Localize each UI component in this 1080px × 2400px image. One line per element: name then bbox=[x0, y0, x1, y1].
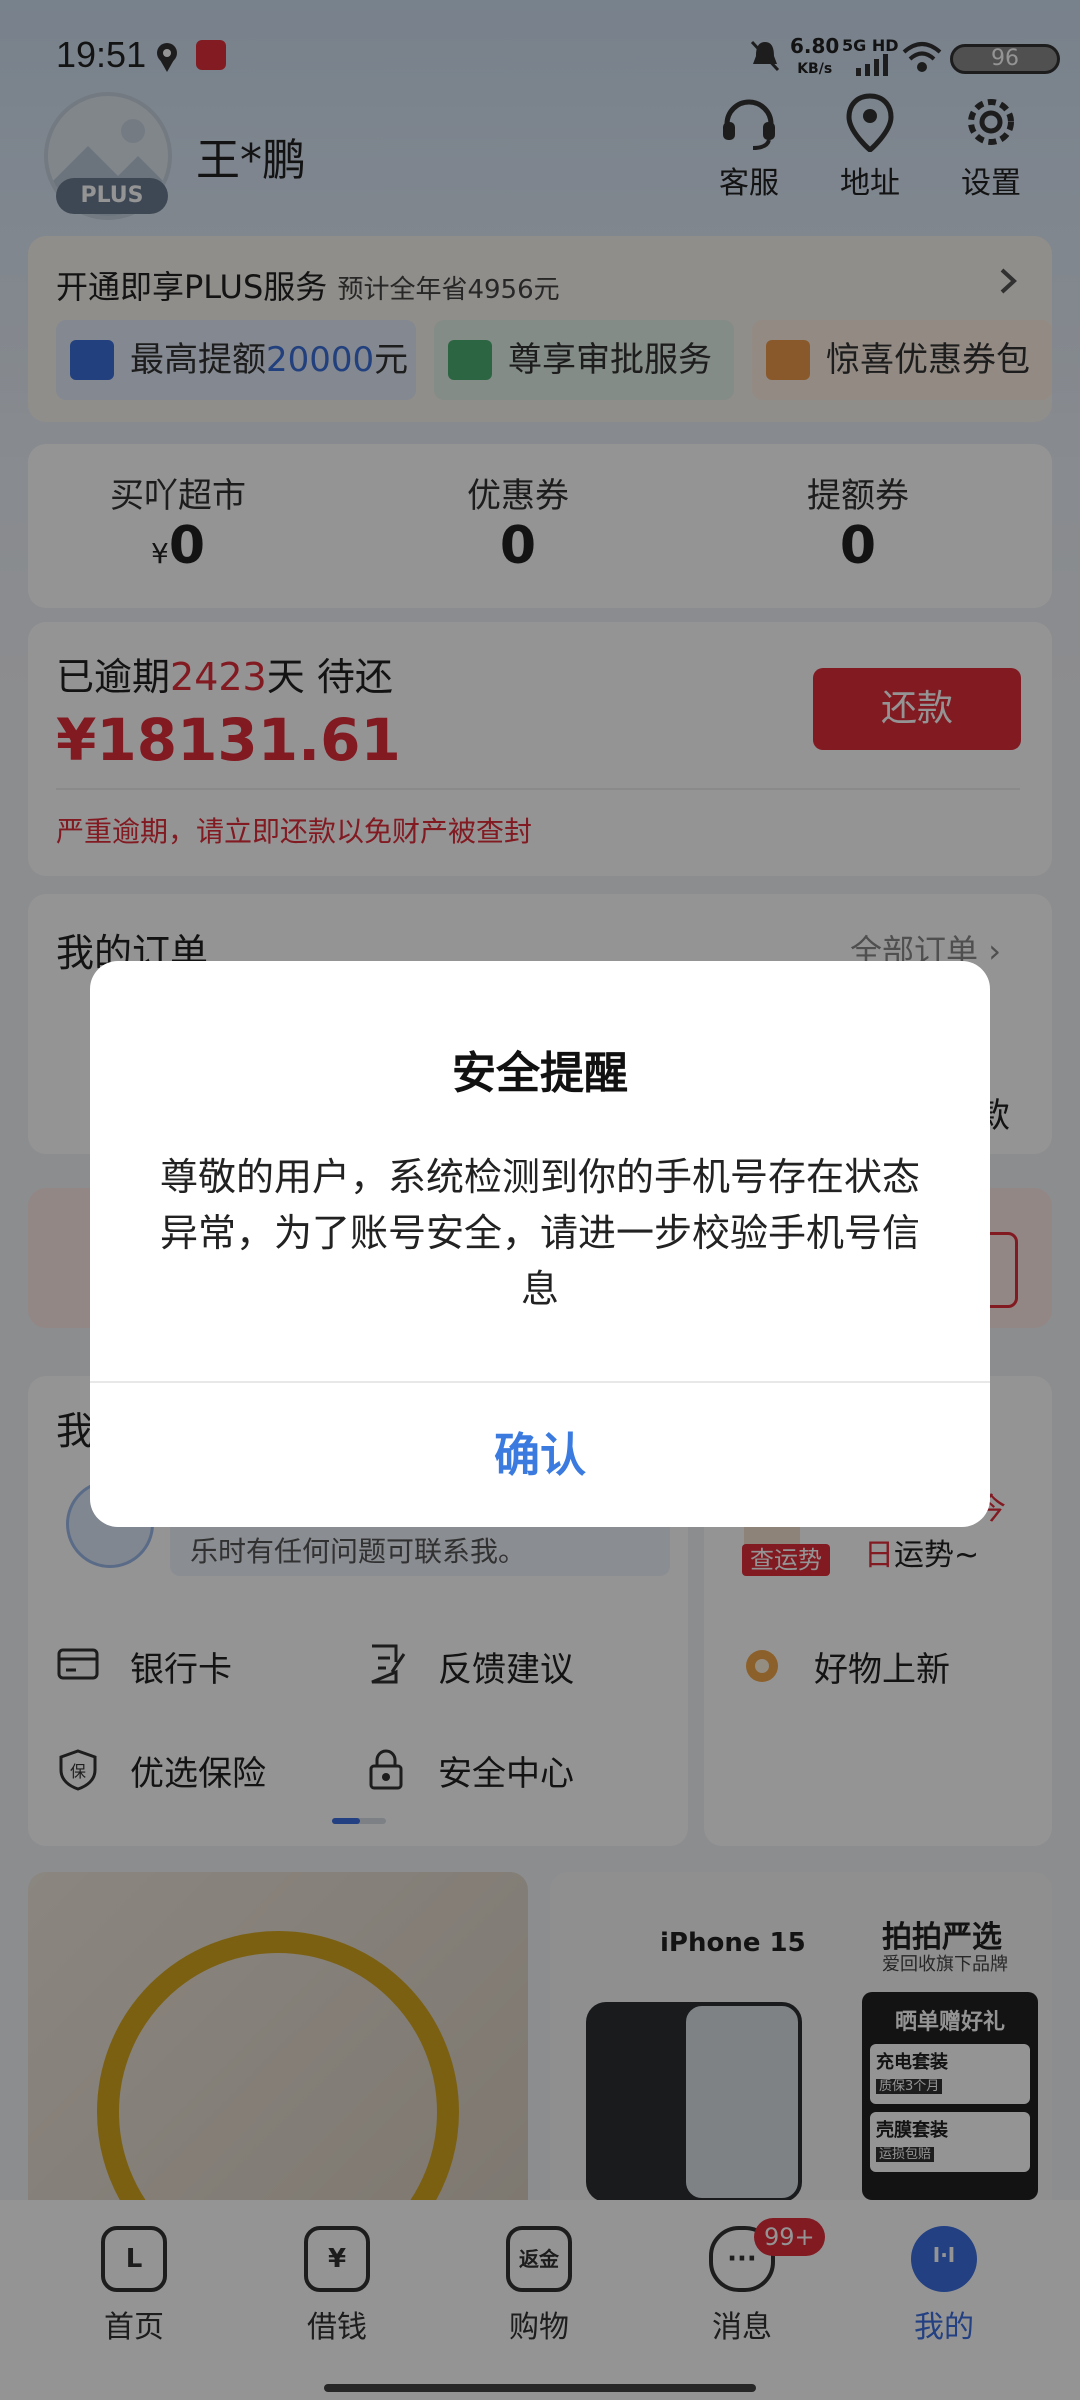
dialog-message: 尊敬的用户，系统检测到你的手机号存在状态异常，为了账号安全，请进一步校验手机号信… bbox=[160, 1155, 921, 1311]
dialog-title: 安全提醒 bbox=[452, 1048, 628, 1099]
security-alert-dialog: 安全提醒 尊敬的用户，系统检测到你的手机号存在状态异常，为了账号安全，请进一步校… bbox=[90, 961, 990, 1527]
confirm-button[interactable]: 确认 bbox=[90, 1383, 990, 1527]
